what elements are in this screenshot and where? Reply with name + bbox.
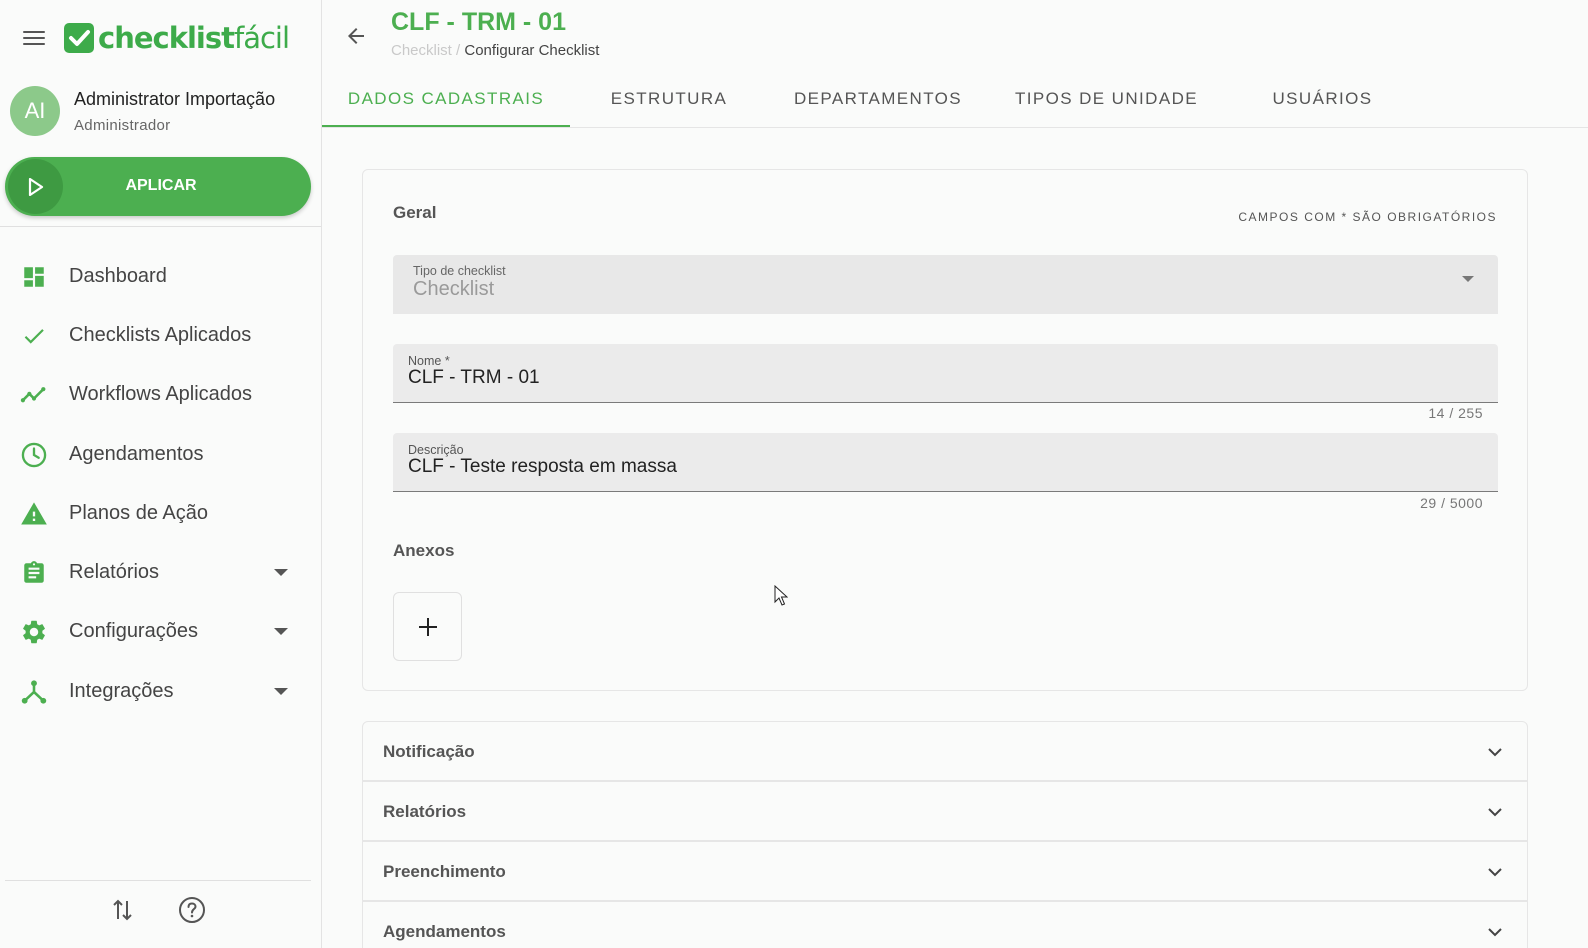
sidebar-item-dashboard[interactable]: Dashboard bbox=[0, 250, 321, 302]
field-value: Checklist bbox=[413, 278, 495, 300]
description-field[interactable]: Descrição CLF - Teste resposta em massa bbox=[393, 433, 1498, 492]
sidebar-item-agendamentos[interactable]: Agendamentos bbox=[0, 428, 321, 480]
accordion-agendamentos[interactable]: Agendamentos bbox=[362, 901, 1528, 948]
breadcrumb-current: Configurar Checklist bbox=[464, 42, 600, 59]
general-card: Geral CAMPOS COM * SÃO OBRIGATÓRIOS Tipo… bbox=[362, 169, 1528, 691]
breadcrumb-separator: / bbox=[456, 42, 461, 59]
required-fields-note: CAMPOS COM * SÃO OBRIGATÓRIOS bbox=[1238, 210, 1497, 224]
chevron-down-icon bbox=[1488, 928, 1502, 937]
sidebar-footer-divider bbox=[5, 880, 311, 881]
sidebar-item-configuracoes[interactable]: Configurações bbox=[0, 605, 321, 657]
chevron-down-icon bbox=[1488, 868, 1502, 877]
tab-tipos-de-unidade[interactable]: TIPOS DE UNIDADE bbox=[988, 70, 1225, 128]
check-icon bbox=[20, 322, 48, 350]
apply-label: APLICAR bbox=[125, 177, 197, 194]
checklist-type-select[interactable]: Tipo de checklist Checklist bbox=[393, 255, 1498, 314]
tab-usuarios[interactable]: USUÁRIOS bbox=[1225, 70, 1420, 128]
gear-icon bbox=[20, 618, 48, 646]
tab-bar: DADOS CADASTRAIS ESTRUTURA DEPARTAMENTOS… bbox=[322, 70, 1588, 128]
sidebar-item-label: Planos de Ação bbox=[69, 502, 208, 524]
add-attachment-button[interactable] bbox=[393, 592, 462, 661]
field-value: CLF - TRM - 01 bbox=[408, 367, 540, 388]
tab-estrutura[interactable]: ESTRUTURA bbox=[570, 70, 768, 128]
accordion-preenchimento[interactable]: Preenchimento bbox=[362, 841, 1528, 901]
tab-departamentos[interactable]: DEPARTAMENTOS bbox=[768, 70, 988, 128]
logo[interactable]: checklistfácil bbox=[64, 18, 290, 58]
name-char-counter: 14 / 255 bbox=[1428, 405, 1483, 421]
chevron-down-icon bbox=[1488, 808, 1502, 817]
help-icon[interactable] bbox=[177, 895, 207, 925]
accordion-label: Preenchimento bbox=[383, 862, 506, 881]
sidebar-item-planos[interactable]: Planos de Ação bbox=[0, 487, 321, 539]
sidebar-item-label: Integrações bbox=[69, 680, 174, 702]
sidebar-header: checklistfácil bbox=[0, 0, 322, 76]
avatar: AI bbox=[10, 86, 60, 136]
dashboard-icon bbox=[20, 263, 48, 291]
user-role: Administrador bbox=[74, 117, 171, 134]
warning-icon bbox=[20, 500, 48, 528]
accordion-label: Notificação bbox=[383, 742, 475, 761]
sidebar-item-label: Workflows Aplicados bbox=[69, 383, 253, 405]
back-arrow-icon[interactable] bbox=[342, 22, 370, 50]
name-field[interactable]: Nome * CLF - TRM - 01 bbox=[393, 344, 1498, 403]
swap-icon[interactable] bbox=[108, 895, 138, 925]
breadcrumb-link[interactable]: Checklist bbox=[391, 42, 452, 59]
accordion-label: Agendamentos bbox=[383, 922, 506, 941]
field-label: Nome * bbox=[408, 354, 450, 368]
page-title: CLF - TRM - 01 bbox=[391, 8, 566, 36]
chevron-down-icon bbox=[274, 688, 288, 695]
user-profile[interactable]: AI Administrator Importação Administrado… bbox=[10, 86, 310, 138]
section-title: Geral bbox=[393, 203, 437, 222]
sidebar-item-checklists[interactable]: Checklists Aplicados bbox=[0, 309, 321, 361]
plus-icon bbox=[418, 617, 437, 636]
sidebar-item-integracoes[interactable]: Integrações bbox=[0, 665, 321, 717]
attachments-title: Anexos bbox=[393, 541, 455, 560]
active-tab-indicator bbox=[322, 125, 570, 127]
integration-icon bbox=[20, 678, 48, 706]
trending-icon bbox=[20, 381, 48, 409]
field-label: Tipo de checklist bbox=[413, 264, 506, 278]
accordion-label: Relatórios bbox=[383, 802, 467, 821]
apply-button[interactable]: APLICAR bbox=[5, 157, 311, 216]
logo-check-icon bbox=[64, 23, 94, 53]
main-content: CLF - TRM - 01 Checklist / Configurar Ch… bbox=[322, 0, 1588, 948]
user-name: Administrator Importação bbox=[74, 89, 276, 109]
breadcrumb: Checklist / Configurar Checklist bbox=[391, 42, 599, 59]
sidebar-item-label: Configurações bbox=[69, 620, 198, 642]
clock-icon bbox=[20, 441, 48, 469]
accordion-notificacao[interactable]: Notificação bbox=[362, 721, 1528, 781]
clipboard-icon bbox=[20, 559, 48, 587]
field-label: Descrição bbox=[408, 443, 464, 457]
sidebar-item-label: Dashboard bbox=[69, 265, 167, 287]
dropdown-arrow-icon bbox=[1462, 276, 1474, 282]
chevron-down-icon bbox=[1488, 748, 1502, 757]
description-char-counter: 29 / 5000 bbox=[1420, 495, 1483, 511]
sidebar-item-label: Relatórios bbox=[69, 561, 160, 583]
sidebar-divider bbox=[0, 226, 321, 227]
mouse-cursor-icon bbox=[774, 585, 788, 606]
logo-text: checklistfácil bbox=[98, 21, 290, 55]
accordion-relatorios[interactable]: Relatórios bbox=[362, 781, 1528, 841]
sidebar-item-label: Agendamentos bbox=[69, 443, 204, 465]
menu-icon[interactable] bbox=[20, 26, 48, 50]
sidebar: checklistfácil AI Administrator Importaç… bbox=[0, 0, 322, 948]
field-value: CLF - Teste resposta em massa bbox=[408, 456, 677, 477]
sidebar-item-label: Checklists Aplicados bbox=[69, 324, 252, 346]
chevron-down-icon bbox=[274, 628, 288, 635]
chevron-down-icon bbox=[274, 569, 288, 576]
sidebar-item-relatorios[interactable]: Relatórios bbox=[0, 546, 321, 598]
tab-dados-cadastrais[interactable]: DADOS CADASTRAIS bbox=[322, 70, 570, 128]
sidebar-item-workflows[interactable]: Workflows Aplicados bbox=[0, 368, 321, 420]
